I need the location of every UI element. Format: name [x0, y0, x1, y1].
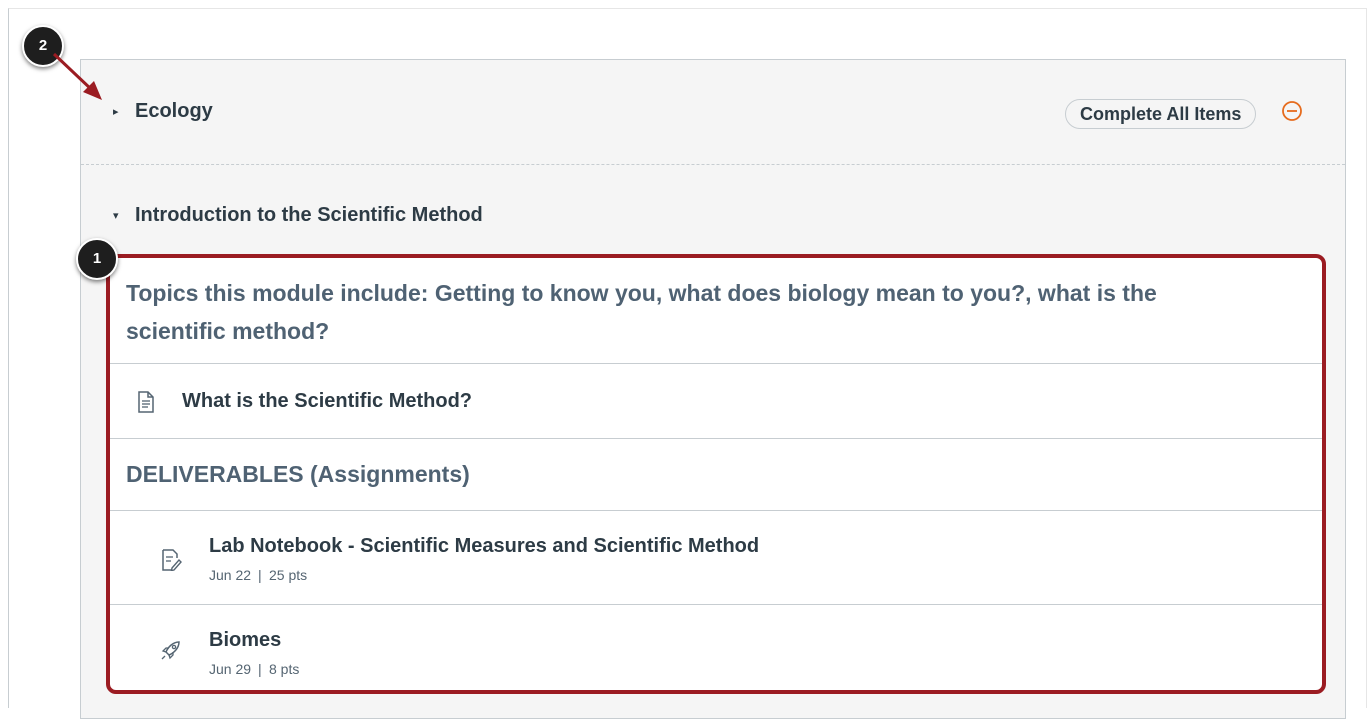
complete-all-items-button[interactable]: Complete All Items: [1065, 99, 1257, 129]
module-item-assignment[interactable]: Lab Notebook - Scientific Measures and S…: [110, 511, 1322, 605]
expand-arrow-icon[interactable]: ▸: [113, 105, 119, 118]
module-title[interactable]: Introduction to the Scientific Method: [135, 204, 483, 227]
module-item-assignment[interactable]: Biomes Jun 29 | 8 pts: [110, 605, 1322, 690]
item-title[interactable]: What is the Scientific Method?: [182, 390, 472, 413]
item-due-date: Jun 22: [209, 567, 252, 583]
module-intro-text: Topics this module include: Getting to k…: [126, 280, 1157, 344]
module-header-ecology[interactable]: ▸ Ecology Complete All Items: [81, 60, 1345, 165]
item-title[interactable]: Biomes: [209, 629, 281, 652]
item-points: 25 pts: [269, 567, 308, 583]
item-due-date: Jun 29: [209, 661, 252, 677]
item-title[interactable]: Lab Notebook - Scientific Measures and S…: [209, 535, 759, 558]
meta-separator: |: [258, 567, 262, 583]
callout-arrow-icon: [52, 52, 102, 100]
document-icon: [138, 391, 154, 413]
module-title[interactable]: Ecology: [135, 100, 213, 123]
assignment-icon: [162, 549, 182, 571]
deliverables-subheader-row: DELIVERABLES (Assignments): [110, 439, 1322, 511]
callout-badge: 1: [76, 238, 118, 280]
module-items-list: Topics this module include: Getting to k…: [106, 254, 1326, 694]
meta-separator: |: [258, 661, 262, 677]
module-item-page[interactable]: What is the Scientific Method?: [110, 364, 1322, 439]
rocket-icon: [161, 641, 180, 660]
module-header-intro[interactable]: ▾ Introduction to the Scientific Method: [81, 190, 1345, 230]
item-points: 8 pts: [269, 661, 300, 677]
collapse-arrow-icon[interactable]: ▾: [113, 209, 119, 222]
minus-circle-icon[interactable]: [1281, 100, 1303, 122]
deliverables-subheader: DELIVERABLES (Assignments): [126, 461, 470, 487]
module-intro-text-row: Topics this module include: Getting to k…: [110, 258, 1322, 364]
